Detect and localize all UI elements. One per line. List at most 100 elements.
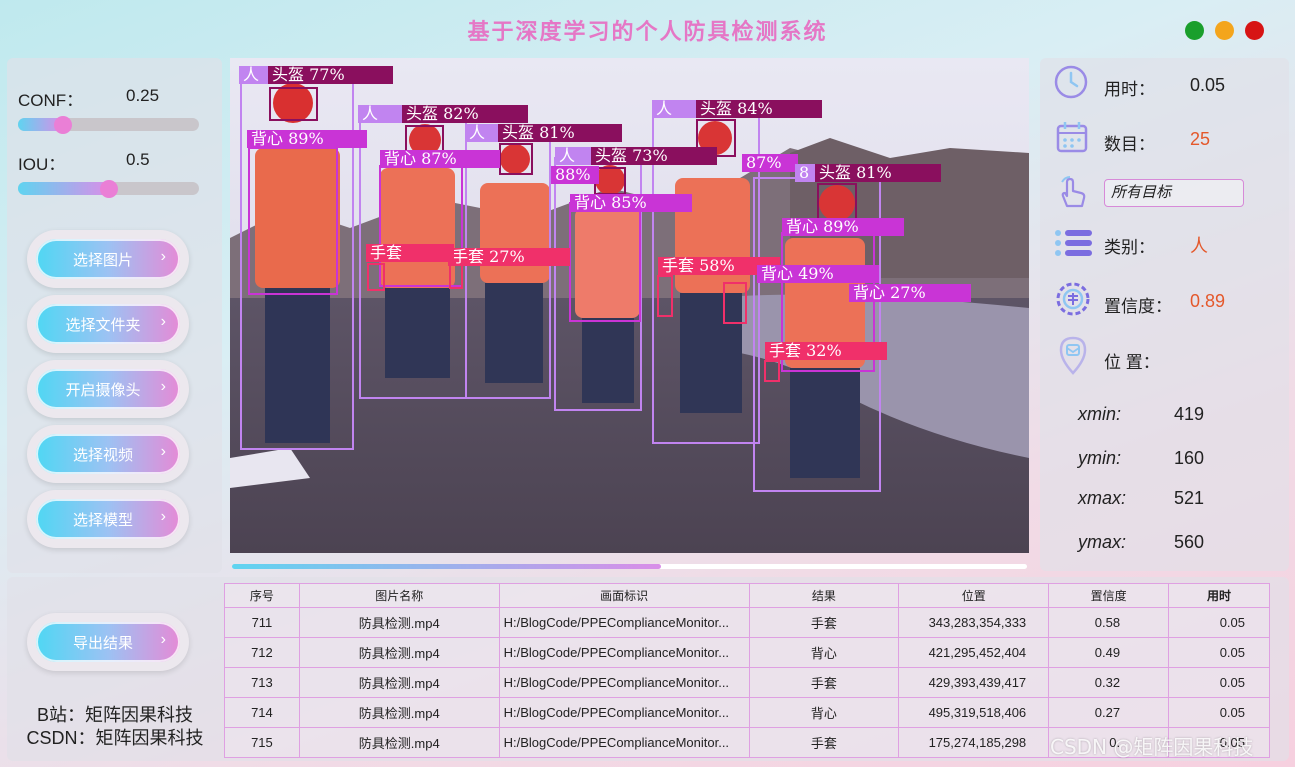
cell-confidence: 0.27 xyxy=(1048,697,1170,728)
cell-index: 713 xyxy=(224,667,300,698)
column-header[interactable]: 置信度 xyxy=(1048,583,1170,608)
minimize-button[interactable] xyxy=(1215,21,1234,40)
detection-label: 背心 89% xyxy=(786,217,859,236)
target-select[interactable]: 所有目标 xyxy=(1104,179,1244,207)
select-folder-label: 选择文件夹 xyxy=(65,316,141,334)
ymin-value: 160 xyxy=(1174,448,1205,468)
chevron-right-icon: › xyxy=(160,508,166,525)
table-row[interactable]: 714 防具检测.mp4 H:/BlogCode/PPEComplianceMo… xyxy=(224,697,1270,728)
iou-slider-fill xyxy=(18,182,109,195)
select-image-button[interactable]: 选择图片 › xyxy=(36,239,180,279)
chevron-right-icon: › xyxy=(160,443,166,460)
class-label: 类别： xyxy=(1104,238,1155,257)
position-label: 位 置： xyxy=(1104,353,1160,372)
select-folder-button[interactable]: 选择文件夹 › xyxy=(36,304,180,344)
cell-time: 0.05 xyxy=(1168,637,1270,668)
detection-label: 背心 89% xyxy=(251,129,324,148)
select-model-label: 选择模型 xyxy=(72,511,133,529)
detection-label: 8 xyxy=(799,163,809,182)
cell-index: 711 xyxy=(224,607,300,638)
chevron-right-icon: › xyxy=(160,378,166,395)
cell-index: 712 xyxy=(224,637,300,668)
cell-result: 手套 xyxy=(748,607,900,638)
table-header-row: 序号 图片名称 画面标识 结果 位置 置信度 用时 xyxy=(224,583,1270,608)
iou-slider-handle[interactable] xyxy=(99,180,118,198)
confidence-value: 0.89 xyxy=(1190,291,1226,311)
csdn-credit: CSDN：矩阵因果科技 xyxy=(26,728,204,748)
detection-label: 人 xyxy=(656,99,672,118)
video-frame[interactable]: 人 头盔 77% 背心 89% 人 头盔 82% 背心 87% 人 头盔 81%… xyxy=(230,58,1029,553)
xmax-value: 521 xyxy=(1174,488,1205,508)
column-header[interactable]: 位置 xyxy=(898,583,1050,608)
ymax-value: 560 xyxy=(1174,532,1205,552)
column-header[interactable]: 序号 xyxy=(224,583,300,608)
count-value: 25 xyxy=(1190,129,1211,149)
cell-result: 手套 xyxy=(748,727,900,758)
detection-label: 人 xyxy=(469,123,485,142)
app-title: 基于深度学习的个人防具检测系统 xyxy=(467,19,828,45)
video-progress-bar[interactable] xyxy=(232,564,1027,569)
ymin-label: ymin: xyxy=(1078,448,1122,468)
cell-file-name: 防具检测.mp4 xyxy=(298,637,500,668)
column-header[interactable]: 结果 xyxy=(748,583,900,608)
detection-label: 手套 58% xyxy=(662,256,735,275)
detection-label: 头盔 81% xyxy=(502,123,575,142)
cell-index: 715 xyxy=(224,727,300,758)
calendar-icon xyxy=(1056,122,1088,153)
maximize-button[interactable] xyxy=(1185,21,1204,40)
column-header[interactable]: 画面标识 xyxy=(498,583,750,608)
cell-time: 0.05 xyxy=(1168,697,1270,728)
cell-confidence: 0.49 xyxy=(1048,637,1170,668)
close-button[interactable] xyxy=(1245,21,1264,40)
list-icon xyxy=(1055,230,1092,256)
detection-label: 背心 85% xyxy=(574,193,647,212)
cell-frame-path: H:/BlogCode/PPEComplianceMonitor... xyxy=(498,667,750,698)
xmax-label: xmax: xyxy=(1078,488,1127,508)
cell-frame-path: H:/BlogCode/PPEComplianceMonitor... xyxy=(498,607,750,638)
time-value: 0.05 xyxy=(1190,75,1226,95)
open-camera-button[interactable]: 开启摄像头 › xyxy=(36,369,180,409)
detection-label: 87% xyxy=(746,153,782,172)
table-row[interactable]: 713 防具检测.mp4 H:/BlogCode/PPEComplianceMo… xyxy=(224,667,1270,698)
detection-label: 头盔 77% xyxy=(272,65,345,84)
detection-label: 手套 32% xyxy=(769,341,842,360)
cell-result: 背心 xyxy=(748,697,900,728)
select-model-button-frame: 选择模型 › xyxy=(27,490,189,548)
iou-slider[interactable] xyxy=(18,180,199,198)
table-row[interactable]: 711 防具检测.mp4 H:/BlogCode/PPEComplianceMo… xyxy=(224,607,1270,638)
iou-label: IOU： xyxy=(18,155,66,174)
conf-slider[interactable] xyxy=(18,116,199,134)
cell-index: 714 xyxy=(224,697,300,728)
select-video-button[interactable]: 选择视频 › xyxy=(36,434,180,474)
cell-file-name: 防具检测.mp4 xyxy=(298,667,500,698)
detection-label: 人 xyxy=(559,146,575,165)
clock-icon xyxy=(1054,65,1088,99)
column-header[interactable]: 用时 xyxy=(1168,583,1270,608)
detection-label: 头盔 82% xyxy=(406,104,479,123)
select-folder-button-frame: 选择文件夹 › xyxy=(27,295,189,353)
watermark: CSDN @矩阵因果科技 xyxy=(1050,735,1254,759)
time-label: 用时： xyxy=(1104,80,1155,99)
export-results-label: 导出结果 xyxy=(72,634,133,652)
xmin-value: 419 xyxy=(1174,404,1205,424)
select-video-label: 选择视频 xyxy=(72,446,133,464)
column-header[interactable]: 图片名称 xyxy=(298,583,500,608)
cell-position: 495,319,518,406 xyxy=(898,697,1050,728)
export-results-button-frame: 导出结果 › xyxy=(27,613,189,671)
detection-label: 手套 27% xyxy=(452,247,525,266)
cell-confidence: 0.32 xyxy=(1048,667,1170,698)
cell-position: 429,393,439,417 xyxy=(898,667,1050,698)
cell-file-name: 防具检测.mp4 xyxy=(298,697,500,728)
cell-confidence: 0.58 xyxy=(1048,607,1170,638)
detection-label: 背心 87% xyxy=(384,149,457,168)
select-model-button[interactable]: 选择模型 › xyxy=(36,499,180,539)
conf-value: 0.25 xyxy=(126,86,160,105)
export-results-button[interactable]: 导出结果 › xyxy=(36,622,180,662)
count-label: 数目： xyxy=(1104,135,1155,154)
table-row[interactable]: 712 防具检测.mp4 H:/BlogCode/PPEComplianceMo… xyxy=(224,637,1270,668)
confidence-label: 置信度： xyxy=(1104,297,1172,316)
iou-value: 0.5 xyxy=(126,150,150,169)
open-camera-label: 开启摄像头 xyxy=(65,381,141,399)
cell-result: 背心 xyxy=(748,637,900,668)
detection-label: 头盔 81% xyxy=(819,163,892,182)
